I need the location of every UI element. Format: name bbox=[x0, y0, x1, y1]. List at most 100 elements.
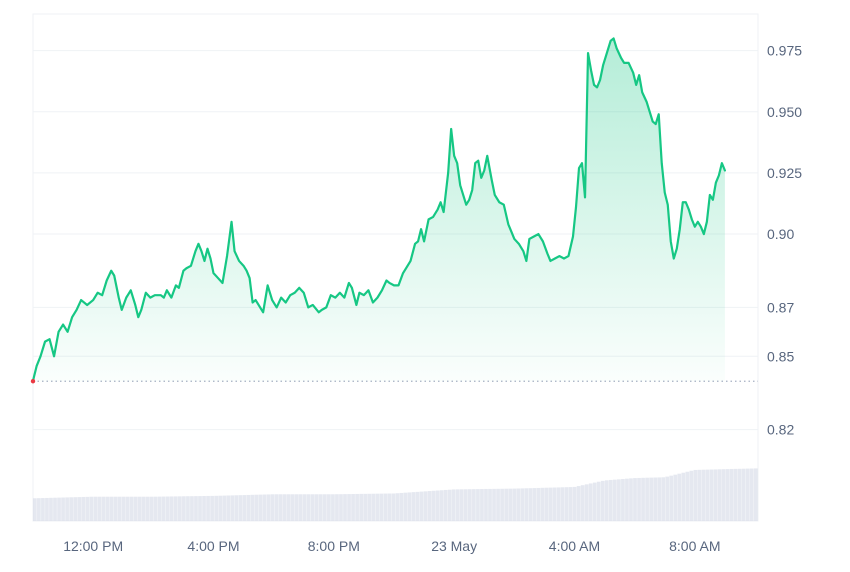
volume-bar bbox=[492, 488, 496, 521]
volume-bar bbox=[278, 494, 283, 521]
volume-bar bbox=[749, 468, 754, 521]
volume-bar bbox=[153, 496, 158, 521]
y-tick-label: 0.950 bbox=[767, 104, 802, 120]
volume-bar bbox=[290, 494, 295, 521]
volume-bar bbox=[592, 482, 597, 521]
x-tick-label: 4:00 PM bbox=[187, 538, 239, 554]
volume-bar bbox=[69, 497, 73, 521]
volume-bar bbox=[459, 489, 464, 521]
volume-bar bbox=[649, 477, 653, 521]
volume-bar bbox=[101, 496, 106, 521]
volume-bar bbox=[548, 487, 553, 521]
volume-bar bbox=[85, 496, 90, 521]
volume-bar bbox=[218, 495, 223, 521]
volume-bar bbox=[250, 494, 255, 521]
volume-bar bbox=[234, 495, 239, 521]
volume-bar bbox=[447, 489, 452, 521]
volume-bar bbox=[214, 495, 218, 521]
price-area-fill bbox=[33, 38, 725, 382]
y-tick-label: 0.82 bbox=[767, 422, 794, 438]
volume-bar bbox=[580, 485, 585, 521]
volume-bar bbox=[443, 489, 448, 521]
area-layer bbox=[33, 38, 725, 382]
volume-bar bbox=[157, 496, 162, 521]
volume-bar bbox=[427, 491, 432, 521]
volume-bar bbox=[463, 489, 468, 521]
volume-bar bbox=[210, 495, 214, 521]
volume-bar bbox=[431, 490, 436, 521]
volume-bar bbox=[536, 487, 541, 521]
volume-bar bbox=[504, 488, 508, 521]
volume-bar bbox=[359, 493, 363, 521]
volume-bar bbox=[745, 468, 750, 521]
volume-bar bbox=[93, 496, 98, 521]
volume-bar bbox=[705, 469, 710, 521]
volume-bar bbox=[709, 469, 714, 521]
volume-bar bbox=[608, 479, 613, 521]
volume-bar bbox=[298, 494, 303, 521]
volume-bar bbox=[266, 494, 271, 521]
volume-bar bbox=[621, 479, 625, 521]
volume-bar bbox=[693, 469, 698, 521]
volume-bar bbox=[270, 494, 275, 521]
volume-bar bbox=[669, 475, 674, 521]
volume-bar bbox=[302, 494, 307, 521]
volume-bar bbox=[472, 489, 476, 521]
volume-bar bbox=[149, 496, 154, 521]
volume-bar bbox=[109, 496, 114, 521]
volume-bar bbox=[657, 477, 662, 521]
volume-bar bbox=[141, 496, 146, 521]
volume-bar bbox=[226, 495, 231, 521]
volume-bar bbox=[645, 477, 649, 521]
volume-bar bbox=[484, 488, 488, 521]
volume-bar bbox=[741, 468, 746, 521]
volume-bar bbox=[625, 478, 629, 521]
volume-bar bbox=[629, 478, 633, 521]
volume-bar bbox=[721, 469, 726, 521]
volume-bar bbox=[190, 496, 194, 521]
volume-bar bbox=[439, 490, 444, 521]
x-tick-label: 12:00 PM bbox=[63, 538, 123, 554]
volume-bar bbox=[169, 496, 174, 521]
volume-bar bbox=[202, 496, 206, 521]
volume-bar bbox=[476, 489, 480, 521]
volume-bar bbox=[89, 496, 94, 521]
volume-bar bbox=[520, 488, 525, 521]
price-chart[interactable]: 0.82 0.85 0.87 0.90 0.925 0.950 0.975 12:00 PM… bbox=[0, 0, 850, 567]
volume-bar bbox=[367, 493, 372, 521]
start-price-marker bbox=[30, 379, 36, 384]
volume-bar bbox=[274, 494, 279, 521]
price-chart-svg[interactable]: 0.82 0.85 0.87 0.90 0.925 0.950 0.975 12:00 PM… bbox=[0, 0, 850, 567]
volume-bar bbox=[323, 494, 327, 521]
volume-bar bbox=[53, 497, 57, 521]
volume-bar bbox=[37, 498, 41, 521]
volume-bar bbox=[186, 496, 190, 521]
x-tick-label: 23 May bbox=[431, 538, 477, 554]
volume-bar bbox=[49, 497, 53, 521]
volume-bar bbox=[173, 496, 178, 521]
volume-bar bbox=[339, 494, 343, 521]
volume-bar bbox=[560, 487, 565, 521]
volume-bar bbox=[375, 493, 380, 521]
volume-bar bbox=[689, 470, 694, 521]
volume-bar bbox=[617, 479, 621, 521]
volume-bar bbox=[588, 483, 593, 521]
volume-bar bbox=[391, 493, 396, 521]
volume-bar bbox=[117, 496, 122, 521]
volume-bar bbox=[753, 468, 758, 521]
volume-bar bbox=[508, 488, 513, 521]
volume-bar bbox=[286, 494, 291, 521]
y-axis: 0.82 0.85 0.87 0.90 0.925 0.950 0.975 bbox=[767, 43, 802, 438]
volume-bar bbox=[572, 486, 577, 521]
volume-bar bbox=[604, 480, 609, 521]
volume-bar bbox=[468, 489, 472, 521]
volume-bar bbox=[435, 490, 440, 521]
volume-bar bbox=[584, 484, 589, 521]
volume-bar bbox=[411, 492, 416, 521]
volume-bar bbox=[415, 491, 420, 521]
volume-bar bbox=[685, 471, 690, 521]
volume-bar bbox=[383, 493, 388, 521]
volume-bar bbox=[165, 496, 170, 521]
volume-bar bbox=[65, 497, 69, 521]
volume-bar bbox=[524, 488, 529, 521]
